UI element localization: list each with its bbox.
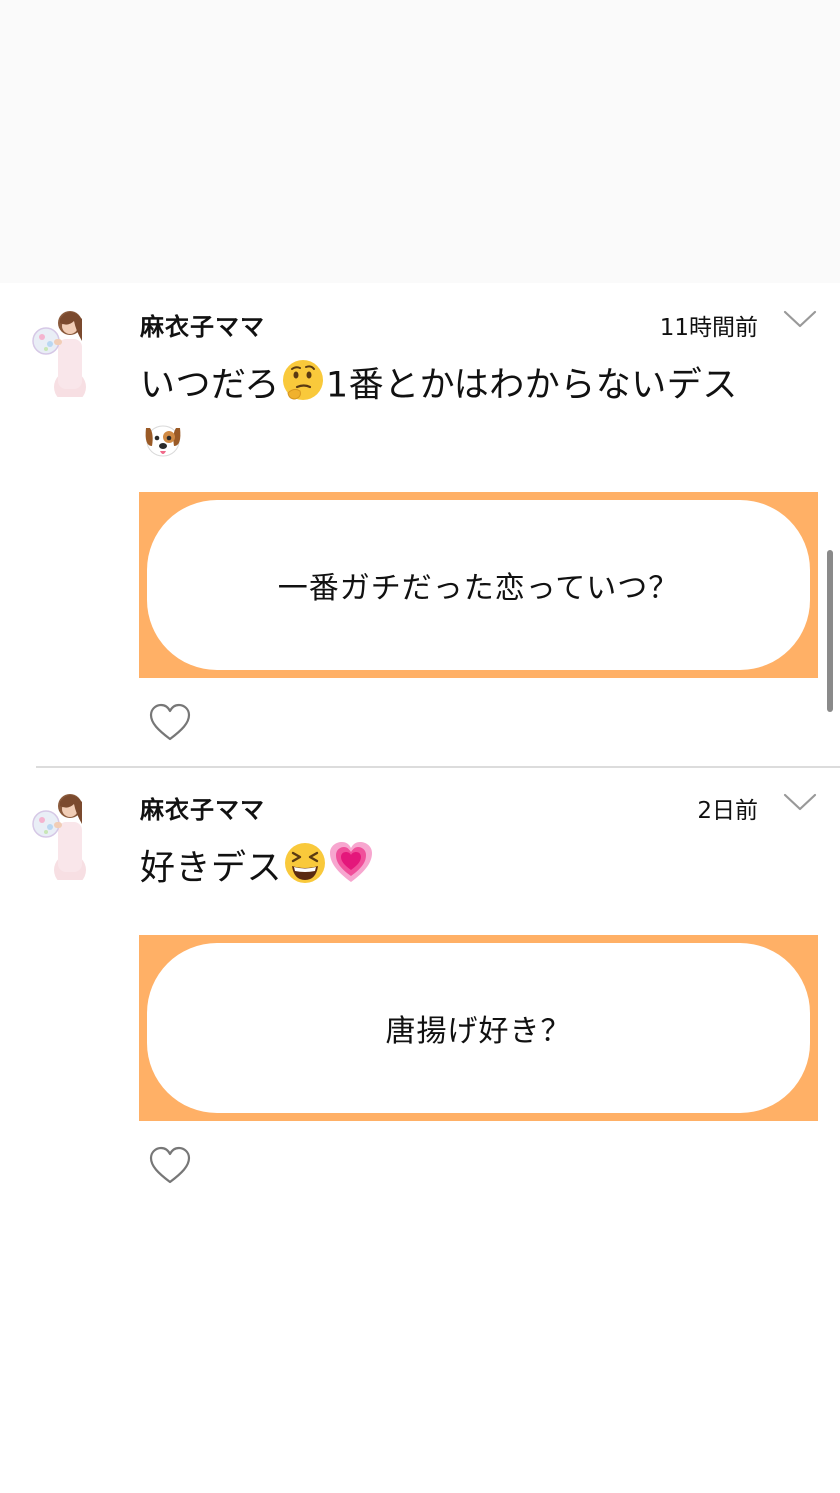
post-body-text: 好きデス	[140, 848, 283, 889]
dog-face-emoji-icon	[140, 416, 186, 475]
heart-icon[interactable]	[148, 703, 192, 743]
question-card-text: 唐揚げ好き？	[147, 943, 810, 1113]
feed-page: 麻衣子ママ 11時間前 いつだろ 1番とかはわからないデス 一番ガチだった恋ってい…	[0, 0, 840, 1493]
avatar[interactable]	[30, 784, 92, 880]
post-item: 麻衣子ママ 2日前 好きデス 唐揚げ好き？	[0, 768, 840, 1208]
avatar[interactable]	[30, 301, 92, 397]
scrollbar[interactable]	[827, 550, 833, 712]
top-blank-area	[0, 0, 840, 283]
grinning-squinting-face-emoji-icon	[282, 840, 328, 899]
question-card[interactable]: 一番ガチだった恋っていつ？	[139, 492, 818, 678]
post-body-text: 1番とかはわからないデス	[325, 365, 738, 406]
question-card-text: 一番ガチだった恋っていつ？	[147, 500, 810, 670]
post-body-text: いつだろ	[140, 365, 280, 406]
thinking-face-emoji-icon	[280, 357, 326, 416]
chevron-down-icon[interactable]	[782, 790, 818, 814]
timestamp: 2日前	[697, 798, 758, 824]
growing-heart-emoji-icon	[328, 840, 374, 899]
question-card[interactable]: 唐揚げ好き？	[139, 935, 818, 1121]
username[interactable]: 麻衣子ママ	[140, 790, 265, 825]
post-body: いつだろ 1番とかはわからないデス	[140, 357, 800, 475]
post-item: 麻衣子ママ 11時間前 いつだろ 1番とかはわからないデス 一番ガチだった恋ってい…	[0, 285, 840, 766]
heart-icon[interactable]	[148, 1146, 192, 1186]
username[interactable]: 麻衣子ママ	[140, 307, 265, 342]
timestamp: 11時間前	[659, 315, 758, 341]
post-body: 好きデス	[140, 840, 800, 899]
chevron-down-icon[interactable]	[782, 307, 818, 331]
